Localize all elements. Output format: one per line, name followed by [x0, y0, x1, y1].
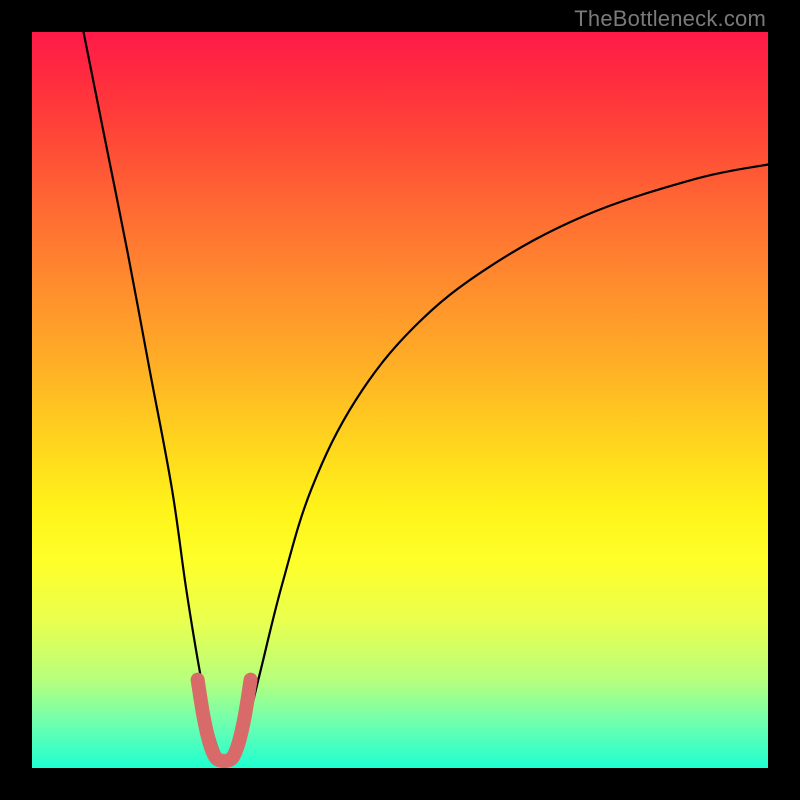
attribution-text: TheBottleneck.com	[574, 6, 766, 32]
optimal-band-path	[198, 680, 251, 761]
chart-frame: TheBottleneck.com	[0, 0, 800, 800]
plot-area	[32, 32, 768, 768]
bottleneck-curve-path	[84, 32, 768, 765]
chart-svg	[32, 32, 768, 768]
